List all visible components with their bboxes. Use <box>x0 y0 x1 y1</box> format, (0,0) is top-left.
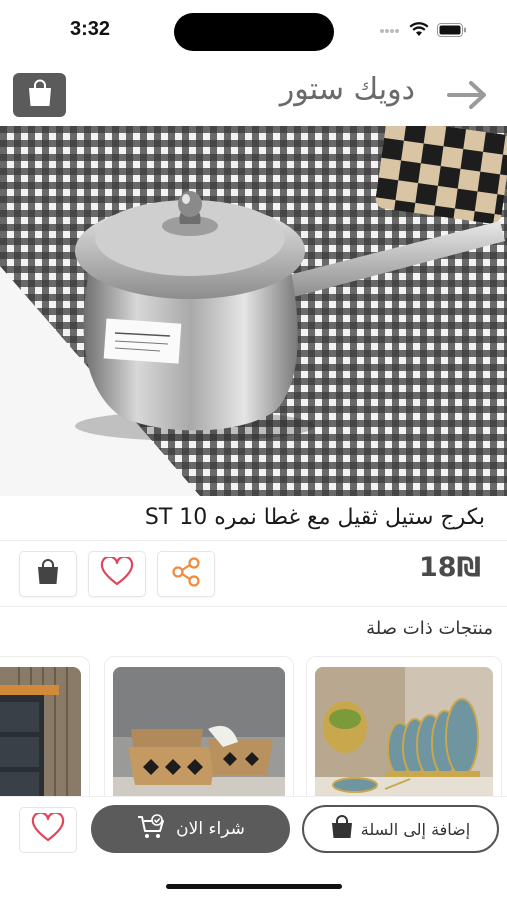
bottom-action-bar: شراء الان إضافة إلى السلة <box>0 796 507 862</box>
add-to-cart-button[interactable]: إضافة إلى السلة <box>302 805 499 853</box>
status-bar: 3:32 <box>0 0 507 62</box>
add-to-cart-label: إضافة إلى السلة <box>360 819 471 839</box>
plate-rack-product-photo <box>315 667 493 796</box>
home-indicator[interactable] <box>166 884 342 889</box>
product-image[interactable] <box>0 126 507 496</box>
divider <box>0 540 507 541</box>
buy-now-label: شراء الان <box>176 819 245 839</box>
related-product-card[interactable] <box>0 656 90 796</box>
store-title: دويك ستور <box>279 72 415 107</box>
related-product-card[interactable] <box>306 656 502 796</box>
divider <box>0 606 507 607</box>
related-products-strip[interactable] <box>0 656 507 796</box>
drawer-unit-product-photo <box>0 667 81 796</box>
wifi-icon <box>409 22 429 41</box>
battery-icon <box>437 22 467 41</box>
share-icon <box>170 557 202 591</box>
status-icons <box>379 22 467 41</box>
share-button[interactable] <box>157 551 215 597</box>
product-actions <box>19 551 215 597</box>
product-price: 18₪ <box>419 552 481 583</box>
header-cart-button[interactable] <box>13 73 66 117</box>
add-to-cart-icon-button[interactable] <box>19 551 77 597</box>
related-product-card[interactable] <box>104 656 294 796</box>
woven-baskets-product-photo <box>113 667 285 796</box>
heart-icon <box>31 811 65 847</box>
favorite-button[interactable] <box>88 551 146 597</box>
heart-icon <box>100 555 134 591</box>
back-arrow-icon[interactable] <box>445 78 489 112</box>
dynamic-island <box>174 13 334 51</box>
cart-check-icon <box>136 813 166 845</box>
shopping-bag-icon <box>27 79 53 111</box>
app-header: دويك ستور <box>0 62 507 126</box>
status-time: 3:32 <box>70 18 111 40</box>
buy-now-button[interactable]: شراء الان <box>91 805 290 853</box>
related-products-heading: منتجات ذات صلة <box>366 618 493 639</box>
favorite-button[interactable] <box>19 807 77 853</box>
shopping-bag-icon <box>36 559 60 589</box>
shopping-bag-icon <box>331 815 353 843</box>
signal-icon <box>379 22 401 41</box>
product-title: بكرج ستيل ثقيل مع غطا نمره ST 10 <box>144 505 485 530</box>
